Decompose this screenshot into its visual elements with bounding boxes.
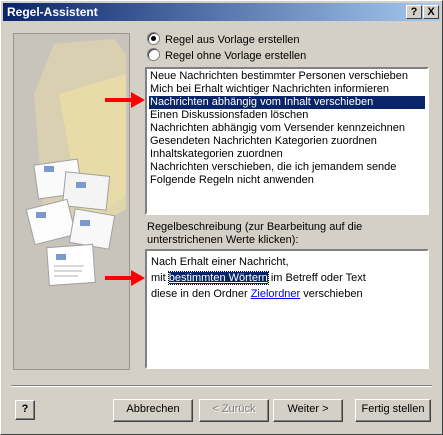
- rule-description-box: Nach Erhalt einer Nachricht, mit bestimm…: [145, 249, 429, 369]
- window-title: Regel-Assistent: [7, 5, 98, 19]
- desc-line-1: Nach Erhalt einer Nachricht,: [151, 256, 289, 268]
- folder-envelopes-illustration: [25, 39, 126, 287]
- list-item[interactable]: Inhaltskategorien zuordnen: [149, 148, 425, 161]
- list-item[interactable]: Gesendeten Nachrichten Kategorien zuordn…: [149, 135, 425, 148]
- red-arrow-icon: [105, 92, 145, 108]
- next-button[interactable]: Weiter >: [273, 399, 343, 422]
- desc-line-3: diese in den Ordner Zielordner verschieb…: [151, 286, 423, 302]
- list-item[interactable]: Einen Diskussionsfaden löschen: [149, 109, 425, 122]
- target-folder-link[interactable]: Zielordner: [251, 288, 301, 300]
- help-button[interactable]: ?: [15, 400, 35, 420]
- cancel-button[interactable]: Abbrechen: [113, 399, 193, 422]
- radio-from-template-label: Regel aus Vorlage erstellen: [165, 34, 300, 46]
- list-item[interactable]: Folgende Regeln nicht anwenden: [149, 174, 425, 187]
- list-item[interactable]: Nachrichten verschieben, die ich jemande…: [149, 161, 425, 174]
- desc-line-2: mit bestimmten Wörtern im Betreff oder T…: [151, 270, 423, 286]
- desc-line-2-prefix: mit: [151, 272, 166, 284]
- radio-button-unchecked[interactable]: [147, 48, 160, 61]
- radio-from-template[interactable]: Regel aus Vorlage erstellen: [147, 32, 300, 48]
- title-help-button[interactable]: ?: [406, 5, 422, 19]
- specific-words-link[interactable]: bestimmten Wörtern: [167, 271, 269, 285]
- red-arrow-icon: [105, 270, 145, 286]
- template-listbox[interactable]: Neue Nachrichten bestimmter Personen ver…: [145, 67, 429, 215]
- desc-line-2-suffix: im Betreff oder Text: [270, 272, 366, 284]
- rule-description-label: Regelbeschreibung (zur Bearbeitung auf d…: [147, 221, 363, 246]
- title-bar[interactable]: Regel-Assistent ? X: [3, 3, 440, 21]
- desc-line-3-suffix: verschieben: [303, 288, 363, 300]
- footer-separator: [11, 385, 432, 387]
- rules-wizard-window: Regel-Assistent ? X Regel aus Vorlage er…: [0, 0, 443, 435]
- desc-line-3-prefix: diese in den Ordner: [151, 288, 248, 300]
- list-item[interactable]: Nachrichten abhängig vom Versender kennz…: [149, 122, 425, 135]
- radio-without-template-label: Regel ohne Vorlage erstellen: [165, 50, 307, 62]
- radio-without-template[interactable]: Regel ohne Vorlage erstellen: [147, 48, 306, 64]
- list-item[interactable]: Mich bei Erhalt wichtiger Nachrichten in…: [149, 83, 425, 96]
- back-button[interactable]: < Zurück: [199, 399, 269, 422]
- finish-button[interactable]: Fertig stellen: [355, 399, 431, 422]
- title-close-button[interactable]: X: [423, 5, 439, 19]
- list-item[interactable]: Neue Nachrichten bestimmter Personen ver…: [149, 70, 425, 83]
- list-item-selected[interactable]: Nachrichten abhängig vom Inhalt verschie…: [149, 96, 425, 109]
- wizard-illustration: [13, 33, 130, 370]
- radio-button-checked[interactable]: [147, 32, 160, 45]
